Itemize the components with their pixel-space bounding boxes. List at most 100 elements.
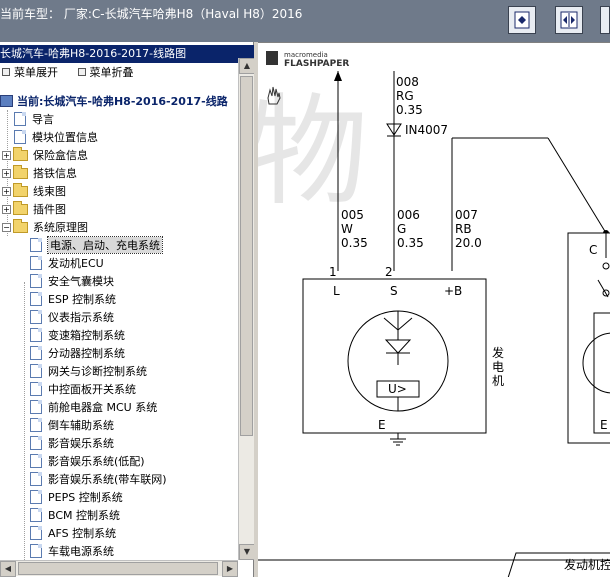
tree-item-label: 中控面板开关系统 xyxy=(48,383,136,396)
pin-number-1: 1 xyxy=(329,265,337,279)
tree-item-system[interactable]: 电源、启动、充电系统 xyxy=(30,236,163,254)
tree-item-label: 安全气囊模块 xyxy=(48,275,114,288)
app-window: 当前车型： 厂家:C-长城汽车哈弗H8（Haval H8）2016 长城汽车-哈… xyxy=(0,0,610,577)
pin-number-2: 2 xyxy=(385,265,393,279)
tree-item-system[interactable]: AFS 控制系统 xyxy=(30,524,116,542)
scroll-thumb[interactable] xyxy=(18,562,218,575)
menu-row: 菜单展开 菜单折叠 xyxy=(0,64,148,82)
tree-folder-label: 系统原理图 xyxy=(33,221,88,234)
expand-plus-icon[interactable]: + xyxy=(2,204,11,214)
fit-width-button[interactable] xyxy=(555,6,583,34)
scroll-thumb[interactable] xyxy=(240,76,253,436)
document-icon xyxy=(30,526,42,540)
scroll-left-arrow-icon[interactable]: ◀ xyxy=(0,561,16,577)
tree-item-label: 导言 xyxy=(32,113,54,126)
collapse-minus-icon[interactable]: − xyxy=(2,222,11,232)
pin-L: L xyxy=(333,284,340,298)
tree-item-label: 影音娱乐系统(低配) xyxy=(48,455,145,468)
tree-folder-harness[interactable]: + 线束图 xyxy=(2,182,66,200)
right-component-ground: E xyxy=(600,418,608,432)
toolbar-button-clipped[interactable] xyxy=(600,6,610,34)
document-icon xyxy=(30,328,42,342)
document-icon xyxy=(30,436,42,450)
document-icon xyxy=(30,508,42,522)
tree-item-system[interactable]: 影音娱乐系统(低配) xyxy=(30,452,145,470)
document-icon xyxy=(30,256,42,270)
document-icon xyxy=(14,130,26,144)
tree-folder-connector[interactable]: + 插件图 xyxy=(2,200,66,218)
menu-collapse-button[interactable]: 菜单折叠 xyxy=(76,64,134,80)
expand-plus-icon[interactable]: + xyxy=(2,150,11,160)
regulator-label: U> xyxy=(388,382,407,396)
wiring-diagram: 物 macromedia FLASHPAPER 008 RG 0.35 IN40… xyxy=(258,51,610,577)
tree-item-system[interactable]: ESP 控制系统 xyxy=(30,290,116,308)
expand-plus-icon[interactable]: + xyxy=(2,168,11,178)
tree-item-system[interactable]: 分动器控制系统 xyxy=(30,344,125,362)
tree-item-label: 发动机ECU xyxy=(48,257,104,270)
fit-page-icon xyxy=(514,11,530,29)
current-car-model: 当前车型： 厂家:C-长城汽车哈弗H8（Haval H8）2016 xyxy=(0,7,303,21)
tree-vertical-scrollbar[interactable]: ▲ ▼ xyxy=(238,58,255,560)
document-icon xyxy=(30,364,42,378)
tree-item-system[interactable]: 网关与诊断控制系统 xyxy=(30,362,147,380)
tree-item-system[interactable]: PEPS 控制系统 xyxy=(30,488,123,506)
tree-horizontal-scrollbar[interactable]: ◀ ▶ xyxy=(0,560,238,577)
footer-label: 发动机控 xyxy=(564,557,610,572)
fit-page-button[interactable] xyxy=(508,6,536,34)
pin-B: +B xyxy=(444,284,462,298)
ground-label: E xyxy=(378,418,386,432)
scroll-right-arrow-icon[interactable]: ▶ xyxy=(222,561,238,577)
wire-007-color: RB xyxy=(455,222,472,236)
document-icon xyxy=(30,292,42,306)
folder-icon xyxy=(13,200,28,215)
tree-item-label: 影音娱乐系统 xyxy=(48,437,114,450)
generator-name-3: 机 xyxy=(492,374,504,388)
wire-006-color: G xyxy=(397,222,406,236)
wire-005-size: 0.35 xyxy=(341,236,368,250)
generator-name-1: 发 xyxy=(492,345,504,360)
tree-folder-fuse-box[interactable]: + 保险盒信息 xyxy=(2,146,88,164)
collapse-icon xyxy=(77,68,86,76)
tree-item-system[interactable]: 发动机ECU xyxy=(30,254,104,272)
document-icon xyxy=(30,454,42,468)
tree-item-system[interactable]: 倒车辅助系统 xyxy=(30,416,114,434)
tree-item-system[interactable]: BCM 控制系统 xyxy=(30,506,120,524)
tree-item-intro[interactable]: 导言 xyxy=(14,110,54,128)
tree-item-system[interactable]: 变速箱控制系统 xyxy=(30,326,125,344)
menu-expand-button[interactable]: 菜单展开 xyxy=(0,64,58,80)
tree-root-label: 当前:长城汽车-哈弗H8-2016-2017-线路 xyxy=(17,95,228,108)
tree-item-system[interactable]: 影音娱乐系统 xyxy=(30,434,114,452)
tree-item-system[interactable]: 前舱电器盒 MCU 系统 xyxy=(30,398,157,416)
tree-folder-ground[interactable]: + 搭铁信息 xyxy=(2,164,77,182)
tree-item-label: 前舱电器盒 MCU 系统 xyxy=(48,401,158,414)
document-icon xyxy=(30,274,42,288)
scroll-up-arrow-icon[interactable]: ▲ xyxy=(239,58,255,74)
wire-007-size: 20.0 xyxy=(455,236,482,250)
tree-item-label: 车载电源系统 xyxy=(48,545,114,558)
tree-item-system[interactable]: 仪表指示系统 xyxy=(30,308,114,326)
wire-008-size: 0.35 xyxy=(396,103,423,117)
scroll-down-arrow-icon[interactable]: ▼ xyxy=(239,544,255,560)
folder-icon xyxy=(13,164,28,179)
tree-item-label: AFS 控制系统 xyxy=(48,527,117,540)
expand-plus-icon[interactable]: + xyxy=(2,186,11,196)
right-component-pin-C: C xyxy=(589,243,597,257)
logo-bottom-text: FLASHPAPER xyxy=(284,59,349,69)
tree-item-system[interactable]: 中控面板开关系统 xyxy=(30,380,136,398)
tree-item-label: PEPS 控制系统 xyxy=(48,491,123,504)
tree-folder-schematics[interactable]: − 系统原理图 xyxy=(2,218,88,236)
document-icon xyxy=(14,112,26,126)
document-icon xyxy=(30,238,42,252)
left-panel: 长城汽车-哈弗H8-2016-2017-线路图 菜单展开 菜单折叠 当前:长城汽… xyxy=(0,42,255,577)
tree-item-label: 仪表指示系统 xyxy=(48,311,114,324)
diagram-viewer[interactable]: 物 macromedia FLASHPAPER 008 RG 0.35 IN40… xyxy=(258,42,610,577)
document-icon xyxy=(30,544,42,558)
tree-item-system[interactable]: 影音娱乐系统(带车联网) xyxy=(30,470,167,488)
tree-root[interactable]: 当前:长城汽车-哈弗H8-2016-2017-线路 xyxy=(0,92,228,110)
tree-item-module-location[interactable]: 模块位置信息 xyxy=(14,128,98,146)
tree-item-label: 网关与诊断控制系统 xyxy=(48,365,147,378)
generator-box xyxy=(302,278,487,434)
folder-icon xyxy=(13,182,28,197)
tree-item-system[interactable]: 安全气囊模块 xyxy=(30,272,114,290)
tree-item-system[interactable]: 车载电源系统 xyxy=(30,542,114,560)
